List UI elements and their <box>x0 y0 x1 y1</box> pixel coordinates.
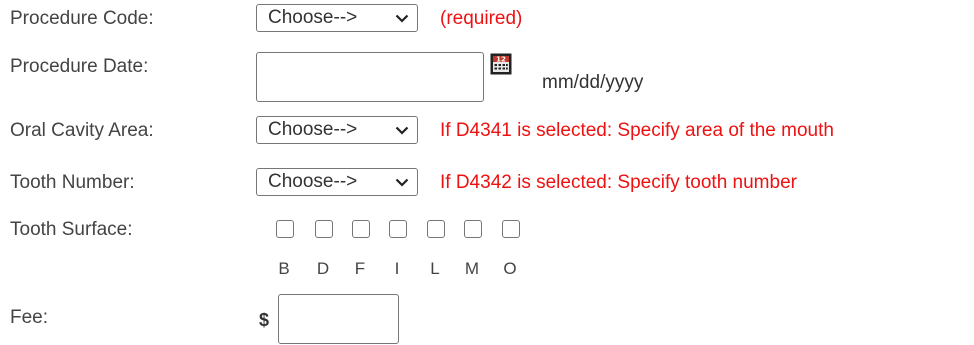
tooth-surface-checkbox-m[interactable] <box>464 220 482 238</box>
procedure-date-label: Procedure Date: <box>10 56 149 77</box>
currency-symbol: $ <box>259 310 270 330</box>
tooth-surface-label-o: O <box>503 259 517 278</box>
fee-label: Fee: <box>10 307 49 328</box>
chevron-down-icon <box>387 126 417 135</box>
procedure-code-required-note: (required) <box>440 8 523 29</box>
tooth-surface-label-i: I <box>394 259 400 278</box>
chevron-down-icon <box>387 14 417 23</box>
procedure-date-input[interactable] <box>256 52 484 102</box>
tooth-surface-label-m: M <box>464 259 480 278</box>
oral-cavity-area-label: Oral Cavity Area: <box>10 120 154 141</box>
tooth-surface-checkbox-d[interactable] <box>315 220 333 238</box>
oral-cavity-area-note: If D4341 is selected: Specify area of th… <box>440 120 834 141</box>
oral-cavity-area-value: Choose--> <box>268 119 358 140</box>
chevron-down-icon <box>387 178 417 187</box>
tooth-surface-checkbox-i[interactable] <box>389 220 407 238</box>
tooth-surface-checkbox-o[interactable] <box>502 220 520 238</box>
fee-input[interactable] <box>278 294 399 344</box>
procedure-code-label: Procedure Code: <box>10 8 154 29</box>
tooth-surface-label-d: D <box>316 259 330 278</box>
tooth-surface-label-b: B <box>278 259 290 278</box>
svg-text:12: 12 <box>496 56 506 64</box>
procedure-code-value: Choose--> <box>268 7 358 28</box>
procedure-code-select[interactable]: Choose--> <box>256 4 418 32</box>
tooth-number-note: If D4342 is selected: Specify tooth numb… <box>440 172 797 193</box>
tooth-surface-label-f: F <box>354 259 366 278</box>
oral-cavity-area-select[interactable]: Choose--> <box>256 116 418 144</box>
tooth-surface-checkbox-f[interactable] <box>352 220 370 238</box>
date-format-hint: mm/dd/yyyy <box>542 72 644 93</box>
tooth-number-select[interactable]: Choose--> <box>256 168 418 196</box>
tooth-surface-checkbox-b[interactable] <box>276 220 294 238</box>
tooth-number-label: Tooth Number: <box>10 172 135 193</box>
calendar-icon[interactable]: 12 <box>490 53 512 75</box>
tooth-surface-label: Tooth Surface: <box>10 219 133 240</box>
tooth-surface-checkbox-l[interactable] <box>427 220 445 238</box>
tooth-number-value: Choose--> <box>268 171 358 192</box>
tooth-surface-label-l: L <box>430 259 440 278</box>
